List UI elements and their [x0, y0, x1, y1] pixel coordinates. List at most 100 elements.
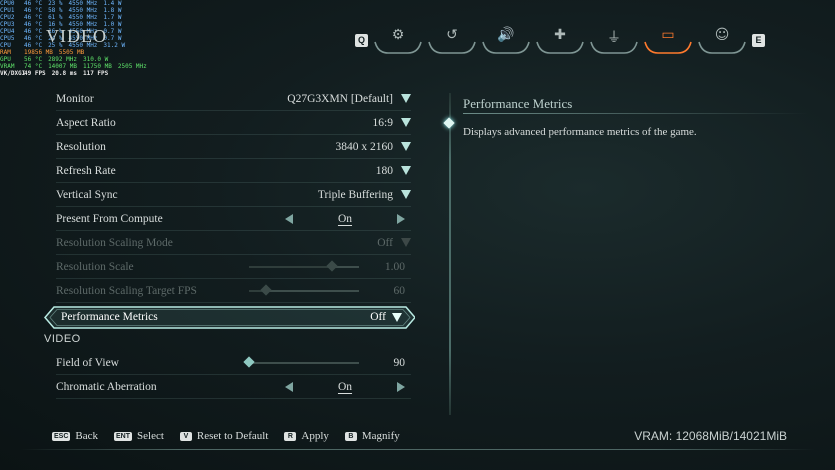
- setting-resolution-scaling-target-fps: Resolution Scaling Target FPS 60: [56, 279, 411, 303]
- overlay-row: GPU 56 °C 2892 MHz 310.0 W: [0, 56, 150, 63]
- dropdown-arrow-icon: [401, 94, 411, 103]
- dropdown-arrow-icon: [401, 190, 411, 199]
- setting-monitor[interactable]: Monitor Q27G3XMN [Default]: [56, 87, 411, 111]
- tab-gameplay[interactable]: ⚙: [374, 25, 422, 55]
- arrow-right-icon[interactable]: [397, 381, 405, 392]
- setting-label: Monitor: [56, 92, 94, 105]
- select-button[interactable]: ENT Select: [114, 430, 164, 442]
- overlay-cell: 2505 MHz: [117, 63, 147, 70]
- footer-bar: ESC Back ENT Select V Reset to Default R…: [0, 421, 835, 451]
- overlay-cell: 46 °C: [24, 28, 43, 35]
- overlay-cell: 20.8 ms: [51, 70, 77, 77]
- panel-divider: [443, 93, 455, 415]
- overlay-cell: 4550 MHz: [68, 0, 98, 7]
- monitor-icon: ▭: [661, 27, 675, 43]
- overlay-cell: 58 %: [48, 7, 63, 14]
- r-key-icon: R: [284, 431, 297, 441]
- overlay-cell: 2892 MHz: [48, 56, 77, 63]
- magnify-label: Magnify: [361, 430, 400, 442]
- setting-present-from-compute[interactable]: Present From Compute On: [56, 207, 411, 231]
- back-button[interactable]: ESC Back: [52, 430, 98, 442]
- dropdown-arrow-icon: [401, 118, 411, 127]
- overlay-cell: 11750 MB: [82, 63, 112, 70]
- overlay-cell: VK/DXGI: [0, 70, 26, 77]
- overlay-cell: 23 %: [48, 0, 63, 7]
- setting-label: Resolution: [56, 140, 106, 153]
- setting-resolution-scale: Resolution Scale 1.00: [56, 255, 411, 279]
- arrow-right-icon[interactable]: [397, 213, 405, 224]
- arrow-left-icon[interactable]: [285, 213, 293, 224]
- setting-aspect-ratio[interactable]: Aspect Ratio 16:9: [56, 111, 411, 135]
- dragon-icon: ↺: [446, 27, 458, 43]
- reset-to-default-button[interactable]: V Reset to Default: [179, 430, 268, 442]
- overlay-cell: 46 °C: [24, 7, 43, 14]
- setting-value: 180: [375, 164, 393, 177]
- overlay-cell: CPU: [0, 42, 11, 49]
- overlay-cell: VRAM: [0, 63, 15, 70]
- tab-accessibility[interactable]: ☺: [698, 25, 746, 55]
- next-tab-key[interactable]: E: [752, 33, 765, 47]
- overlay-cell: 1.8 W: [103, 7, 122, 14]
- setting-label: Performance Metrics: [61, 311, 158, 323]
- setting-value: 16:9: [372, 116, 393, 129]
- overlay-row: RAM 19856 MB 5505 MB: [0, 49, 150, 56]
- arrow-left-icon[interactable]: [285, 381, 293, 392]
- setting-refresh-rate[interactable]: Refresh Rate 180: [56, 159, 411, 183]
- setting-vertical-sync[interactable]: Vertical Sync Triple Buffering: [56, 183, 411, 207]
- tab-video[interactable]: ▭: [644, 25, 692, 55]
- diamond-marker-icon: [443, 117, 455, 129]
- setting-chromatic-aberration[interactable]: Chromatic Aberration On: [56, 375, 411, 399]
- overlay-cell: 46 °C: [24, 42, 43, 49]
- setting-value: 90: [393, 356, 406, 369]
- select-label: Select: [137, 430, 164, 442]
- setting-value: Triple Buffering: [317, 188, 393, 201]
- setting-value: Off: [370, 311, 386, 323]
- overlay-cell: CPU2: [0, 14, 15, 21]
- section-header-video: VIDEO: [44, 333, 81, 345]
- toggle-selector: On: [285, 213, 405, 225]
- overlay-cell: 5505 MB: [58, 49, 85, 56]
- detail-description: Displays advanced performance metrics of…: [463, 126, 697, 138]
- setting-field-of-view[interactable]: Field of View 90: [56, 351, 411, 375]
- overlay-cell: RAM: [0, 49, 11, 56]
- dropdown-arrow-icon: [392, 313, 402, 322]
- footer-divider: [20, 449, 815, 450]
- overlay-row: CPU2 46 °C 61 % 4550 MHz 1.7 W: [0, 14, 150, 21]
- gears-icon: ⚙: [391, 27, 405, 43]
- dropdown-arrow-icon: [401, 238, 411, 247]
- overlay-cell: 1.7 W: [103, 14, 122, 21]
- apply-label: Apply: [301, 430, 329, 442]
- overlay-cell: 49 FPS: [24, 70, 46, 77]
- overlay-cell: 74 °C: [24, 63, 43, 70]
- overlay-cell: 46 °C: [24, 35, 43, 42]
- overlay-row: VK/DXGI 49 FPS 20.8 ms 117 FPS: [0, 70, 150, 77]
- setting-value: 1.00: [384, 260, 405, 273]
- overlay-row: CPU1 46 °C 58 % 4550 MHz 1.8 W: [0, 7, 150, 14]
- slider-track: [249, 284, 359, 296]
- overlay-cell: 19856 MB: [24, 49, 53, 56]
- tab-controls[interactable]: ↺: [428, 25, 476, 55]
- tab-audio[interactable]: 🔊: [482, 25, 530, 55]
- apply-button[interactable]: R Apply: [284, 430, 329, 442]
- prev-tab-key[interactable]: Q: [355, 33, 368, 47]
- setting-resolution[interactable]: Resolution 3840 x 2160: [56, 135, 411, 159]
- dropdown-arrow-icon: [401, 142, 411, 151]
- overlay-cell: 61 %: [48, 14, 63, 21]
- overlay-cell: 46 °C: [24, 14, 43, 21]
- enter-key-icon: ENT: [114, 431, 133, 441]
- settings-list: Monitor Q27G3XMN [Default] Aspect Ratio …: [40, 85, 415, 410]
- overlay-cell: 46 °C: [24, 21, 43, 28]
- setting-value: Q27G3XMN [Default]: [287, 92, 393, 105]
- setting-value: On: [337, 380, 353, 393]
- esc-key-icon: ESC: [52, 431, 71, 441]
- overlay-cell: 46 °C: [24, 0, 43, 7]
- slider-track[interactable]: [243, 356, 359, 368]
- overlay-row: VRAM 74 °C 14007 MB 11750 MB 2505 MHz: [0, 63, 150, 70]
- setting-label: Aspect Ratio: [56, 116, 116, 129]
- overlay-cell: CPU0: [0, 0, 15, 7]
- v-key-icon: V: [179, 431, 192, 441]
- setting-performance-metrics[interactable]: Performance Metrics Off: [44, 306, 415, 329]
- magnify-button[interactable]: B Magnify: [344, 430, 400, 442]
- tab-gamepad[interactable]: ✚: [536, 25, 584, 55]
- tab-input[interactable]: ⏚: [590, 25, 638, 55]
